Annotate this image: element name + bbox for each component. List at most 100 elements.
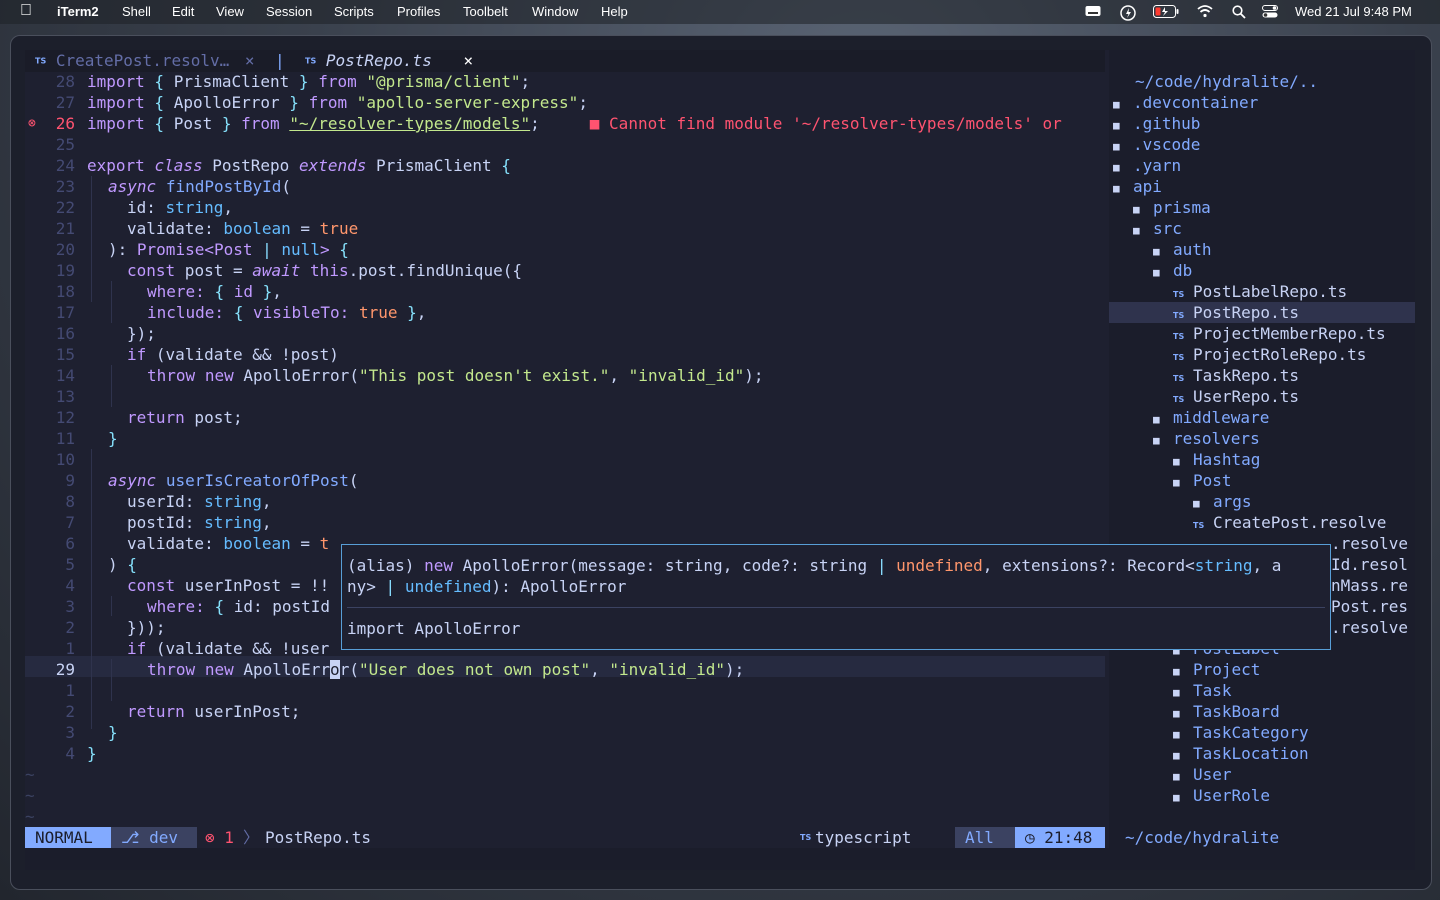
tree-folder[interactable]: ■ resolvers [1109, 428, 1260, 449]
tree-folder[interactable]: ■ .github [1109, 113, 1200, 134]
power-icon[interactable] [1120, 5, 1136, 21]
menu-app-name[interactable]: iTerm2 [57, 4, 99, 19]
command-line-area[interactable] [25, 848, 1415, 870]
tab-createpost[interactable]: TS CreatePost.resolv… × [35, 50, 255, 72]
tree-folder[interactable]: ■ Task [1109, 680, 1232, 701]
tree-file[interactable]: TS PostLabelRepo.ts [1109, 281, 1347, 302]
code-line[interactable]: ⊗ 26 import { Post } from "~/resolver-type… [25, 113, 1062, 134]
code-line[interactable]: 15 if (validate && !post) [25, 344, 339, 365]
menu-clock[interactable]: Wed 21 Jul 9:48 PM [1295, 4, 1412, 19]
code-line[interactable]: 9 async userIsCreatorOfPost( [25, 470, 358, 491]
code-line[interactable]: 11} [25, 428, 118, 449]
menu-shell[interactable]: Shell [122, 4, 151, 19]
tree-file[interactable]: Post.res [1331, 596, 1408, 617]
indent-guide [111, 659, 112, 701]
code-line[interactable]: 28 import { PrismaClient } from "@prisma/… [25, 71, 530, 92]
code-line[interactable]: 1 [25, 680, 75, 701]
code-line[interactable]: 22 id: string, [25, 197, 233, 218]
tree-file[interactable]: TS UserRepo.ts [1109, 386, 1299, 407]
code-line[interactable]: 20): Promise<Post | null> { [25, 239, 349, 260]
code-line-current[interactable]: 29 throw new ApolloError("User does not o… [25, 659, 744, 680]
tab-close-icon[interactable]: × [245, 51, 255, 70]
menu-window[interactable]: Window [532, 4, 578, 19]
code-line[interactable]: 18 where: { id }, [25, 281, 282, 302]
code-line[interactable]: 17 include: { visibleTo: true }, [25, 302, 427, 323]
battery-icon[interactable] [1152, 5, 1180, 19]
tree-folder[interactable]: ■ Project [1109, 659, 1260, 680]
code-line[interactable]: 4} [25, 743, 96, 764]
code-line[interactable]: 23 async findPostById( [25, 176, 291, 197]
tree-folder[interactable]: ■ api [1109, 176, 1162, 197]
status-filename: PostRepo.ts [265, 828, 371, 847]
code-line[interactable]: 27 import { ApolloError } from "apollo-se… [25, 92, 588, 113]
tree-item-label: TaskBoard [1193, 702, 1280, 721]
tree-folder[interactable]: ■ User [1109, 764, 1232, 785]
tree-file[interactable]: TS TaskRepo.ts [1109, 365, 1299, 386]
tree-folder[interactable]: ■ args [1109, 491, 1252, 512]
code-line[interactable]: 6 validate: boolean = t [25, 533, 329, 554]
code-line[interactable]: 7 postId: string, [25, 512, 271, 533]
tree-item-label: .devcontainer [1133, 93, 1259, 112]
tree-folder[interactable]: ■ Post [1109, 470, 1232, 491]
tree-folder[interactable]: ■ TaskBoard [1109, 701, 1280, 722]
code-line[interactable]: 14 throw new ApolloError("This post doesn… [25, 365, 764, 386]
wifi-icon[interactable] [1197, 5, 1213, 19]
tab-close-icon[interactable]: × [463, 51, 473, 70]
tree-folder[interactable]: ■ middleware [1109, 407, 1269, 428]
error-count[interactable]: ⊗ 1 [205, 827, 234, 848]
tree-file[interactable]: TS CreatePost.resolve [1109, 512, 1386, 533]
tree-file[interactable]: .resolve [1331, 617, 1408, 638]
tree-folder[interactable]: ■ .vscode [1109, 134, 1200, 155]
code-line[interactable]: 16}); [25, 323, 156, 344]
code-line[interactable]: 8 userId: string, [25, 491, 271, 512]
code-line[interactable]: 3 where: { id: postId [25, 596, 330, 617]
tree-folder[interactable]: ■ db [1109, 260, 1192, 281]
code-line[interactable]: 25 [25, 134, 75, 155]
code-line[interactable]: 2 return userInPost; [25, 701, 300, 722]
tree-folder[interactable]: ■ Hashtag [1109, 449, 1260, 470]
code-line[interactable]: 4 const userInPost = !! [25, 575, 329, 596]
menu-help[interactable]: Help [601, 4, 628, 19]
code-line[interactable]: 5) { [25, 554, 137, 575]
search-icon[interactable] [1231, 5, 1247, 19]
menu-toolbelt[interactable]: Toolbelt [463, 4, 508, 19]
tree-item-label: UserRepo.ts [1193, 387, 1299, 406]
tree-folder[interactable]: ■ src [1109, 218, 1182, 239]
keyboard-icon[interactable] [1085, 5, 1101, 19]
tree-folder[interactable]: ■ .yarn [1109, 155, 1181, 176]
tree-file[interactable]: nMass.re [1331, 575, 1408, 596]
tree-file[interactable]: TS ProjectMemberRepo.ts [1109, 323, 1386, 344]
tree-folder[interactable]: ■ .devcontainer [1109, 92, 1258, 113]
menu-session[interactable]: Session [266, 4, 312, 19]
tree-file[interactable]: Id.resol [1331, 554, 1408, 575]
menu-view[interactable]: View [216, 4, 244, 19]
tab-postrepo[interactable]: TS PostRepo.ts × [305, 50, 473, 72]
tree-folder[interactable]: ■ TaskCategory [1109, 722, 1309, 743]
code-line[interactable]: 2})); [25, 617, 165, 638]
code-line[interactable]: 19 const post = await this.post.findUniqu… [25, 260, 522, 281]
tree-item-label: .vscode [1133, 135, 1201, 154]
code-line[interactable]: 24 export class PostRepo extends PrismaCl… [25, 155, 511, 176]
control-center-icon[interactable] [1262, 5, 1278, 19]
tree-item-label: TaskRepo.ts [1193, 366, 1299, 385]
menu-edit[interactable]: Edit [172, 4, 194, 19]
tree-folder[interactable]: ■ UserRole [1109, 785, 1270, 806]
tree-file[interactable]: TS PostRepo.ts [1109, 302, 1415, 323]
menu-scripts[interactable]: Scripts [334, 4, 374, 19]
apple-icon[interactable]:  [20, 2, 32, 20]
code-line[interactable]: 13 [25, 386, 75, 407]
tree-root-path[interactable]: ~/code/hydralite/.. [1135, 71, 1318, 92]
tree-folder[interactable]: ■ TaskLocation [1109, 743, 1309, 764]
tree-file[interactable]: TS ProjectRoleRepo.ts [1109, 344, 1366, 365]
code-line[interactable]: 3} [25, 722, 117, 743]
error-sign-icon[interactable]: ⊗ [28, 113, 36, 134]
tree-file[interactable]: .resolve [1331, 533, 1408, 554]
code-line[interactable]: 21 validate: boolean = true [25, 218, 358, 239]
tree-folder[interactable]: ■ prisma [1109, 197, 1211, 218]
code-line[interactable]: 12 return post; [25, 407, 243, 428]
tree-folder[interactable]: ■ auth [1109, 239, 1212, 260]
code-line[interactable]: 10 [25, 449, 75, 470]
git-branch[interactable]: ⎇ dev [111, 827, 197, 848]
code-line[interactable]: 1 if (validate && !user [25, 638, 329, 659]
menu-profiles[interactable]: Profiles [397, 4, 440, 19]
